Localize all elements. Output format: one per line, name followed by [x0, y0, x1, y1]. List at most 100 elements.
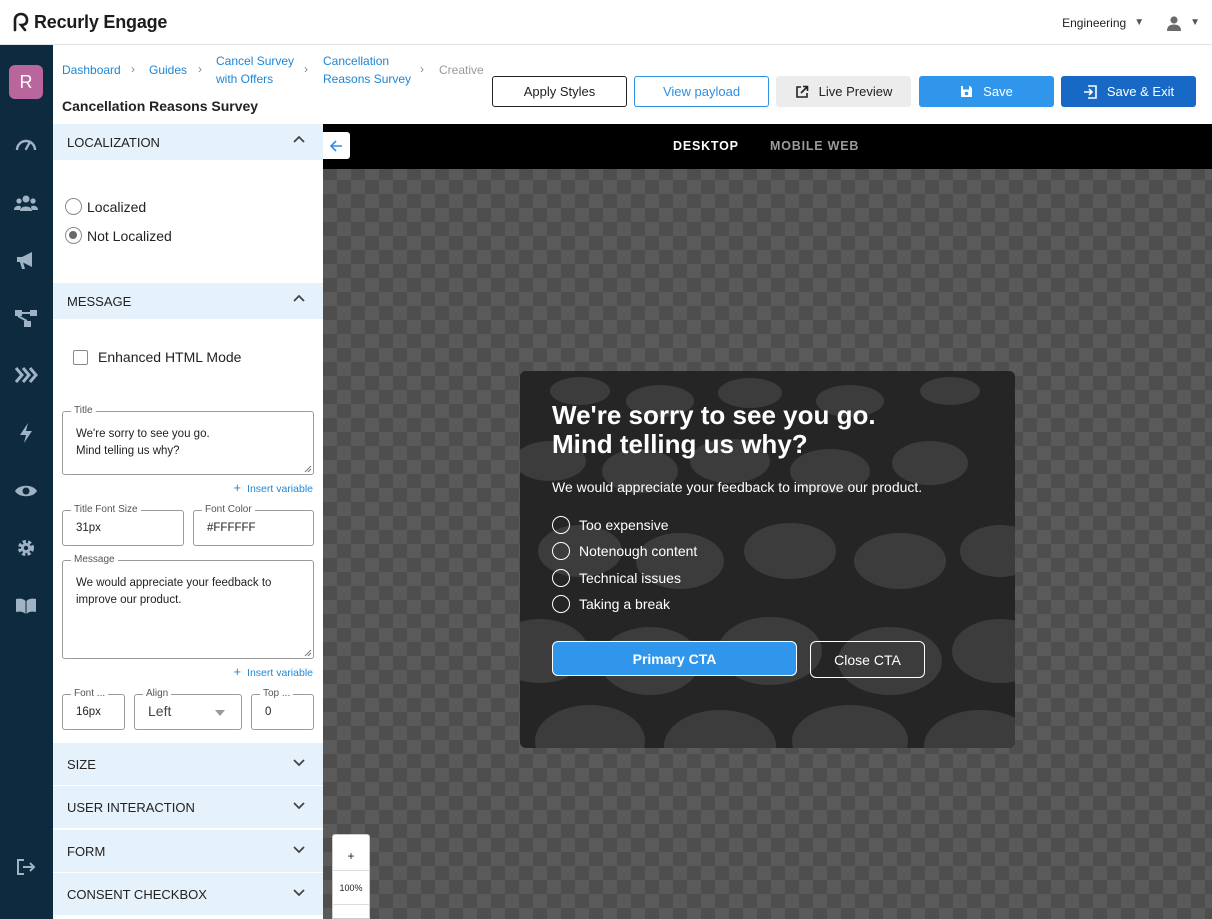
- modal-title: We're sorry to see you go. Mind telling …: [552, 400, 876, 459]
- survey-option[interactable]: Notenough content: [552, 542, 697, 560]
- size-section-header[interactable]: SIZE: [53, 743, 323, 786]
- breadcrumb-dashboard[interactable]: Dashboard: [62, 61, 121, 79]
- insert-variable-label: Insert variable: [247, 483, 313, 495]
- flow-diagram-icon[interactable]: [14, 307, 38, 329]
- book-icon[interactable]: [14, 595, 38, 617]
- message-section-header[interactable]: MESSAGE: [53, 283, 323, 319]
- left-nav: R: [0, 45, 53, 919]
- field-value: 31px: [76, 522, 101, 534]
- chevron-down-icon: [293, 759, 305, 767]
- font-color-field[interactable]: Font Color #FFFFFF: [193, 504, 314, 546]
- title-font-size-field[interactable]: Title Font Size 31px: [62, 504, 184, 546]
- checkbox[interactable]: [73, 349, 88, 365]
- align-select[interactable]: Align Left: [134, 688, 242, 730]
- gear-icon[interactable]: [14, 537, 38, 559]
- live-preview-button[interactable]: Live Preview: [776, 76, 911, 107]
- save-and-exit-button[interactable]: Save & Exit: [1061, 76, 1196, 107]
- option-label: Too expensive: [579, 517, 669, 533]
- radio-not-localized[interactable]: Not Localized: [65, 227, 172, 244]
- breadcrumb-creative: Creative: [439, 63, 484, 77]
- enhanced-html-checkbox[interactable]: Enhanced HTML Mode: [73, 349, 241, 365]
- workspace-selector[interactable]: Engineering: [1062, 16, 1126, 30]
- app-logo[interactable]: Recurly Engage: [12, 12, 167, 33]
- eye-icon[interactable]: [14, 480, 38, 502]
- zoom-level: 100%: [339, 883, 363, 893]
- save-button[interactable]: Save: [919, 76, 1054, 107]
- zoom-in-button[interactable]: +: [333, 849, 369, 863]
- message-font-size-field[interactable]: Font ... 16px: [62, 688, 125, 730]
- view-payload-button[interactable]: View payload: [634, 76, 769, 107]
- insert-variable-link[interactable]: + Insert variable: [233, 480, 313, 495]
- field-value: 0: [265, 706, 272, 718]
- user-interaction-section-header[interactable]: USER INTERACTION: [53, 786, 323, 829]
- layers-chevron-icon[interactable]: [14, 364, 38, 386]
- breadcrumb-guides[interactable]: Guides: [149, 61, 187, 79]
- top-padding-field[interactable]: Top ... 0: [251, 688, 314, 730]
- close-cta-button[interactable]: Close CTA: [810, 641, 925, 678]
- radio-label: Not Localized: [87, 227, 172, 244]
- radio-button[interactable]: [552, 595, 570, 613]
- caret-down-icon[interactable]: ▼: [1134, 17, 1144, 28]
- insert-variable-link[interactable]: + Insert variable: [233, 664, 313, 679]
- radio-localized[interactable]: Localized: [65, 198, 146, 215]
- tab-desktop[interactable]: DESKTOP: [673, 139, 739, 153]
- chevron-right-icon: ›: [304, 62, 308, 76]
- exit-icon: [1083, 84, 1097, 99]
- field-label: Align: [143, 688, 172, 700]
- checkbox-label: Enhanced HTML Mode: [98, 349, 242, 365]
- field-value: We would appreciate your feedback to imp…: [76, 577, 272, 606]
- localization-heading: LOCALIZATION: [67, 134, 160, 150]
- survey-option[interactable]: Technical issues: [552, 569, 681, 587]
- megaphone-icon[interactable]: [14, 249, 38, 271]
- insert-variable-label: Insert variable: [247, 667, 313, 679]
- title-textarea[interactable]: Title We're sorry to see you go. Mind te…: [62, 405, 314, 475]
- page-title: Cancellation Reasons Survey: [62, 98, 259, 114]
- save-and-exit-label: Save & Exit: [1106, 84, 1175, 99]
- modal-message: We would appreciate your feedback to imp…: [552, 479, 923, 495]
- plus-icon: +: [233, 480, 242, 495]
- resize-handle-icon[interactable]: [304, 649, 312, 657]
- field-label: Message: [71, 554, 118, 566]
- survey-option[interactable]: Too expensive: [552, 516, 669, 534]
- form-section-header[interactable]: FORM: [53, 830, 323, 873]
- user-menu[interactable]: ▼: [1166, 15, 1200, 31]
- arrow-left-icon: [330, 139, 342, 152]
- section-heading: SIZE: [67, 756, 96, 772]
- breadcrumb-cancel-survey[interactable]: Cancel Survey with Offers: [216, 52, 294, 88]
- survey-modal-preview: We're sorry to see you go. Mind telling …: [520, 371, 1015, 748]
- primary-cta-button[interactable]: Primary CTA: [552, 641, 797, 676]
- editor-panel: LOCALIZATION Localized Not Localized MES…: [53, 124, 323, 919]
- top-bar: Recurly Engage Engineering ▼ ▼: [0, 0, 1212, 45]
- collapse-panel-button[interactable]: [323, 132, 350, 159]
- chevron-up-icon: [293, 294, 305, 302]
- message-textarea[interactable]: Message We would appreciate your feedbac…: [62, 554, 314, 659]
- tab-mobile-web[interactable]: MOBILE WEB: [770, 139, 859, 153]
- resize-handle-icon[interactable]: [304, 465, 312, 473]
- consent-checkbox-section-header[interactable]: CONSENT CHECKBOX: [53, 873, 323, 916]
- lightning-icon[interactable]: [14, 422, 38, 444]
- localization-section-header[interactable]: LOCALIZATION: [53, 124, 323, 160]
- avatar[interactable]: R: [9, 65, 43, 99]
- live-preview-label: Live Preview: [818, 84, 893, 99]
- breadcrumb-cancellation-reasons[interactable]: Cancellation Reasons Survey: [323, 52, 411, 88]
- apply-styles-button[interactable]: Apply Styles: [492, 76, 627, 107]
- field-label: Top ...: [260, 688, 294, 700]
- field-label: Title: [71, 405, 96, 417]
- field-value: Left: [148, 703, 172, 719]
- preview-toolbar: DESKTOP MOBILE WEB: [323, 124, 1212, 169]
- survey-option[interactable]: Taking a break: [552, 595, 670, 613]
- radio-button[interactable]: [552, 569, 570, 587]
- users-icon[interactable]: [14, 192, 38, 214]
- field-label: Title Font Size: [71, 504, 141, 516]
- radio-button[interactable]: [65, 198, 82, 215]
- radio-button[interactable]: [552, 542, 570, 560]
- radio-button-selected[interactable]: [65, 227, 82, 244]
- section-heading: USER INTERACTION: [67, 799, 195, 815]
- logout-icon[interactable]: [14, 856, 38, 878]
- caret-down-icon: [215, 710, 225, 716]
- user-icon: [1167, 15, 1182, 31]
- option-label: Technical issues: [579, 570, 681, 586]
- radio-button[interactable]: [552, 516, 570, 534]
- dashboard-gauge-icon[interactable]: [14, 134, 38, 156]
- field-value: 16px: [76, 706, 101, 718]
